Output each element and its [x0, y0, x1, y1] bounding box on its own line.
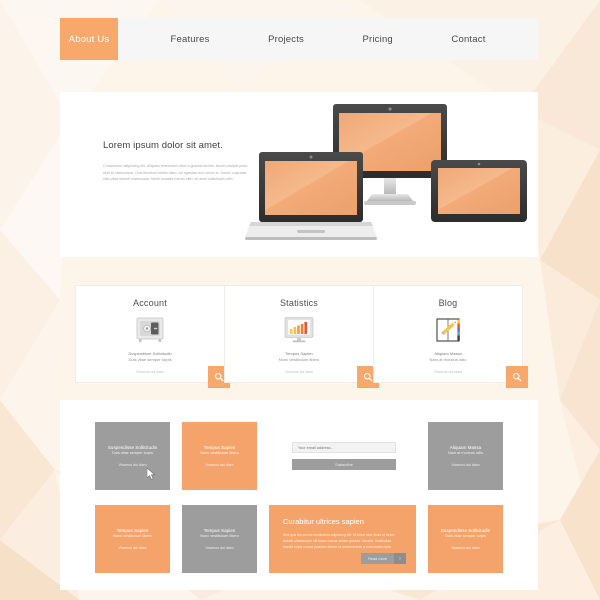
card-title: Statistics — [279, 298, 318, 308]
magnifier-icon — [214, 372, 224, 382]
hero-text-block: Lorem ipsum dolor sit amet. Consectetur … — [103, 140, 253, 183]
nav-item-label: Contact — [451, 33, 486, 45]
nav-item-label: Pricing — [362, 33, 393, 45]
hero-section: Lorem ipsum dolor sit amet. Consectetur … — [60, 92, 538, 257]
card-meta: Vivamus dui diam — [284, 370, 314, 374]
nav-item-label: Projects — [268, 33, 304, 45]
card-meta: Vivamus dui diam — [433, 370, 463, 374]
promo-panel[interactable]: Curabitur ultrices sapien Sed quis leo c… — [269, 505, 416, 573]
nav-item-about-us[interactable]: About Us — [60, 18, 118, 60]
hero-devices-illustration — [245, 104, 527, 240]
newsletter-email-input[interactable] — [292, 442, 396, 453]
magnifier-icon — [363, 372, 373, 382]
tile-text-block: Tempus Sapien Nunc vestibulum libero Viv… — [95, 528, 170, 550]
card-subtitle: Tempus Sapien Nunc vestibulum libero — [225, 351, 373, 363]
safe-vault-icon — [76, 314, 224, 346]
tile-line-3: Vivamus dui diam — [205, 546, 234, 550]
nav-item-projects[interactable]: Projects — [262, 18, 310, 60]
tile-line-3: Vivamus dui diam — [451, 463, 480, 467]
card-subtitle-line2: Duis vitae semper turpis — [128, 357, 172, 362]
card-subtitle: Suspendisse Sollicitudin Duis vitae semp… — [76, 351, 224, 363]
nav-item-label: Features — [170, 33, 210, 45]
tile-line-2: Nam at rhoncus odio — [447, 451, 484, 455]
feature-cards-row: Account Suspendisse Sollicitudin Duis vi… — [60, 285, 538, 390]
tile-line-2: Nunc vestibulum libero — [200, 451, 239, 455]
card-subtitle: Aliquam Massa Nam at rhoncus odio — [374, 351, 522, 363]
tile-line-1: Tempus Sapien — [116, 528, 149, 533]
tile-text-block: Tempus Sapien Nunc vestibulum libero Viv… — [182, 528, 257, 550]
promo-body-text: Sed quis leo cursus vestibulum adipiscin… — [283, 533, 395, 550]
feature-card-blog[interactable]: Blog Aliquam Massa Nam at rhoncus odio V… — [373, 285, 528, 388]
notebook-pencil-icon — [374, 314, 522, 346]
nav-item-label: About Us — [68, 33, 110, 45]
nav-spacer-1 — [118, 18, 164, 60]
tile-line-3: Vivamus dui diam — [205, 463, 234, 467]
grid-tile-f[interactable]: Suspendisse Sollicitudin Duis vitae semp… — [428, 505, 503, 573]
tile-line-2: Nunc vestibulum libero — [200, 534, 239, 538]
mouse-cursor-icon — [147, 468, 156, 480]
nav-item-pricing[interactable]: Pricing — [356, 18, 398, 60]
hero-body-text: Consectetur adipiscing elit. Aliquam fer… — [103, 164, 248, 182]
tile-line-3: Vivamus dui diam — [118, 463, 147, 467]
card-subtitle-line1: Suspendisse Sollicitudin — [128, 351, 172, 356]
nav-item-contact[interactable]: Contact — [445, 18, 491, 60]
magnifier-icon — [512, 372, 522, 382]
tile-line-3: Vivamus dui diam — [118, 546, 147, 550]
grid-tile-a[interactable]: Suspendisse Sollicitudin Duis vitae semp… — [95, 422, 170, 490]
grid-tile-c[interactable]: Aliquam Massa Nam at rhoncus odio Vivamu… — [428, 422, 503, 490]
promo-read-more-button[interactable]: Read more › — [361, 553, 406, 564]
hero-title: Lorem ipsum dolor sit amet. — [103, 140, 223, 151]
tile-text-block: Suspendisse Sollicitudin Duis vitae semp… — [95, 445, 170, 467]
tile-line-1: Tempus Sapien — [203, 445, 236, 450]
read-more-label: Read more — [361, 553, 394, 564]
tile-line-1: Aliquam Massa — [449, 445, 482, 450]
card-subtitle-line2: Nam at rhoncus odio — [429, 357, 467, 362]
nav-spacer-4 — [399, 18, 445, 60]
card-subtitle-line1: Tempus Sapien — [285, 351, 313, 356]
monitor-bar-chart-icon — [225, 314, 373, 346]
tile-line-3: Vivamus dui diam — [451, 546, 480, 550]
nav-spacer-3 — [310, 18, 356, 60]
tile-line-1: Suspendisse Sollicitudin — [107, 445, 158, 450]
subscribe-label: Subscribe — [335, 462, 353, 467]
card-title: Account — [133, 298, 167, 308]
tile-line-2: Duis vitae semper turpis — [445, 534, 486, 538]
card-meta: Vivamus dui diam — [135, 370, 165, 374]
tile-line-2: Nunc vestibulum libero — [113, 534, 152, 538]
nav-item-features[interactable]: Features — [164, 18, 215, 60]
grid-tile-d[interactable]: Tempus Sapien Nunc vestibulum libero Viv… — [95, 505, 170, 573]
newsletter-subscribe-button[interactable]: Subscribe — [292, 459, 396, 470]
feature-card-account[interactable]: Account Suspendisse Sollicitudin Duis vi… — [75, 285, 230, 388]
nav-spacer-5 — [492, 18, 538, 60]
nav-spacer-2 — [216, 18, 262, 60]
tile-text-block: Suspendisse Sollicitudin Duis vitae semp… — [428, 528, 503, 550]
grid-tile-e[interactable]: Tempus Sapien Nunc vestibulum libero Viv… — [182, 505, 257, 573]
card-search-button[interactable] — [506, 366, 528, 388]
card-subtitle-line2: Nunc vestibulum libero — [278, 357, 320, 362]
card-subtitle-line1: Aliquam Massa — [434, 351, 462, 356]
card-title: Blog — [438, 298, 458, 308]
tile-text-block: Aliquam Massa Nam at rhoncus odio Vivamu… — [428, 445, 503, 467]
tile-line-1: Suspendisse Sollicitudin — [440, 528, 491, 533]
promo-title: Curabitur ultrices sapien — [283, 517, 364, 526]
newsletter-signup[interactable]: Subscribe — [292, 442, 396, 470]
grid-tile-b[interactable]: Tempus Sapien Nunc vestibulum libero Viv… — [182, 422, 257, 490]
tile-line-1: Tempus Sapien — [203, 528, 236, 533]
tile-line-2: Duis vitae semper turpis — [112, 451, 153, 455]
feature-card-statistics[interactable]: Statistics Tempus Sapien Nunc vestibulum… — [224, 285, 379, 388]
main-navigation[interactable]: About Us Features Projects Pricing Conta… — [60, 18, 538, 60]
chevron-right-icon: › — [394, 553, 406, 564]
tile-text-block: Tempus Sapien Nunc vestibulum libero Viv… — [182, 445, 257, 467]
bottom-grid-section: Suspendisse Sollicitudin Duis vitae semp… — [60, 400, 538, 590]
